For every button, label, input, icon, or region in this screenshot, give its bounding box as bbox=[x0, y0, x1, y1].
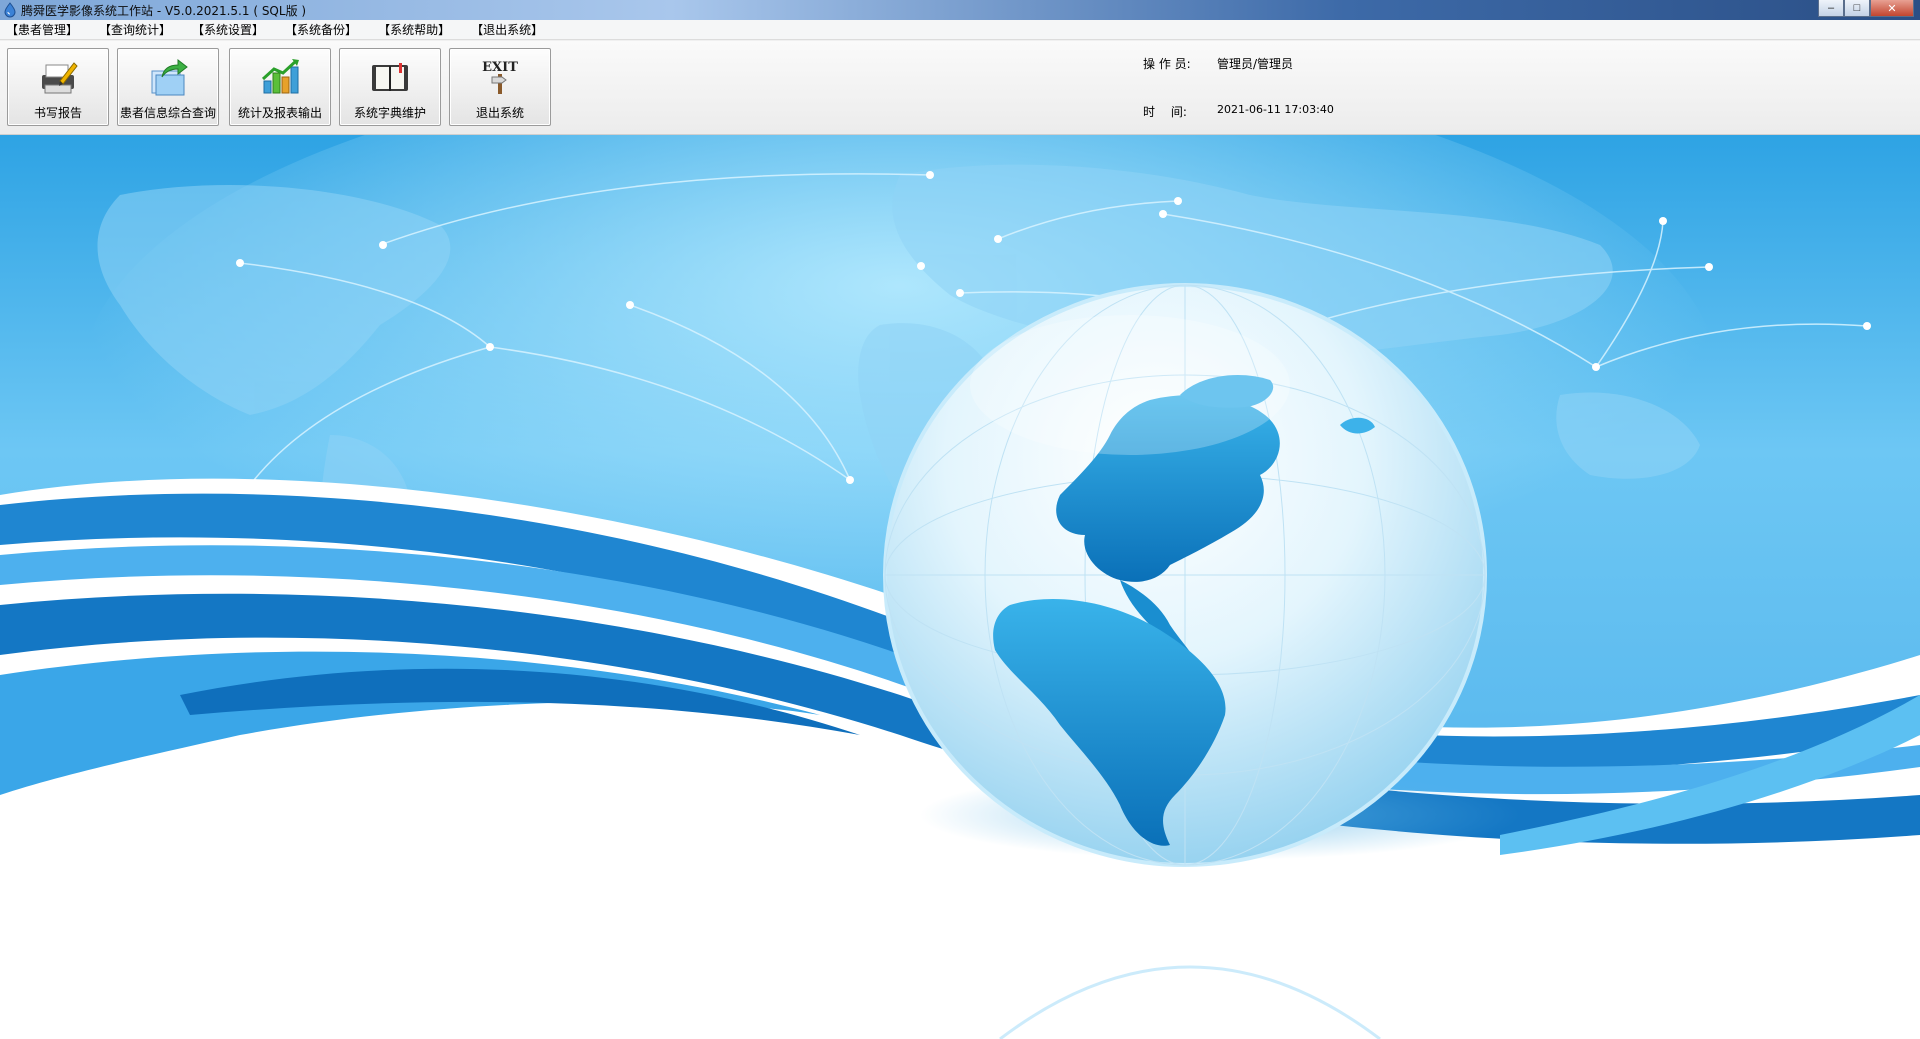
title-bar: 腾舜医学影像系统工作站 - V5.0.2021.5.1 ( SQL版 ) – □… bbox=[0, 0, 1920, 20]
menu-bar: 【患者管理】 【查询统计】 【系统设置】 【系统备份】 【系统帮助】 【退出系统… bbox=[0, 20, 1920, 40]
exit-sign-text: EXIT bbox=[482, 60, 518, 75]
minimize-button[interactable]: – bbox=[1818, 0, 1844, 17]
menu-system-settings[interactable]: 【系统设置】 bbox=[192, 21, 264, 38]
toolbar: 书写报告 患者信息综合查询 统计及报表输出 系统字典维护 EXIT 退出系统 操… bbox=[0, 41, 1920, 135]
operator-value: 管理员/管理员 bbox=[1217, 57, 1294, 71]
close-button[interactable]: ✕ bbox=[1870, 0, 1914, 17]
share-arrow-icon bbox=[151, 58, 188, 96]
bar-chart-icon bbox=[261, 59, 299, 94]
exit-system-label: 退出系统 bbox=[475, 106, 524, 120]
menu-exit-system[interactable]: 【退出系统】 bbox=[471, 21, 543, 38]
dictionary-maintenance-button[interactable]: 系统字典维护 bbox=[339, 48, 441, 126]
exit-sign-icon: EXIT bbox=[482, 60, 518, 94]
patient-query-button[interactable]: 患者信息综合查询 bbox=[117, 48, 219, 126]
printer-pen-icon bbox=[42, 62, 78, 94]
operator-label: 操 作 员: bbox=[1143, 57, 1191, 71]
write-report-button[interactable]: 书写报告 bbox=[7, 48, 109, 126]
menu-patient-management[interactable]: 【患者管理】 bbox=[6, 21, 78, 38]
maximize-button[interactable]: □ bbox=[1844, 0, 1870, 17]
exit-system-button[interactable]: EXIT 退出系统 bbox=[449, 48, 551, 126]
book-icon bbox=[372, 63, 408, 91]
background-artwork bbox=[0, 135, 1920, 1039]
write-report-label: 书写报告 bbox=[33, 106, 82, 120]
time-label: 时 间: bbox=[1143, 105, 1187, 119]
statistics-report-button[interactable]: 统计及报表输出 bbox=[229, 48, 331, 126]
patient-query-label: 患者信息综合查询 bbox=[119, 106, 216, 120]
time-value: 2021-06-11 17:03:40 bbox=[1217, 103, 1334, 116]
window-title: 腾舜医学影像系统工作站 - V5.0.2021.5.1 ( SQL版 ) bbox=[21, 4, 307, 18]
globe-graphic bbox=[883, 283, 1487, 867]
dictionary-maintenance-label: 系统字典维护 bbox=[353, 106, 426, 120]
app-icon bbox=[4, 2, 16, 18]
menu-query-statistics[interactable]: 【查询统计】 bbox=[99, 21, 171, 38]
statistics-report-label: 统计及报表输出 bbox=[237, 106, 322, 120]
menu-system-help[interactable]: 【系统帮助】 bbox=[378, 21, 450, 38]
menu-system-backup[interactable]: 【系统备份】 bbox=[285, 21, 357, 38]
window-controls: – □ ✕ bbox=[1818, 0, 1914, 18]
